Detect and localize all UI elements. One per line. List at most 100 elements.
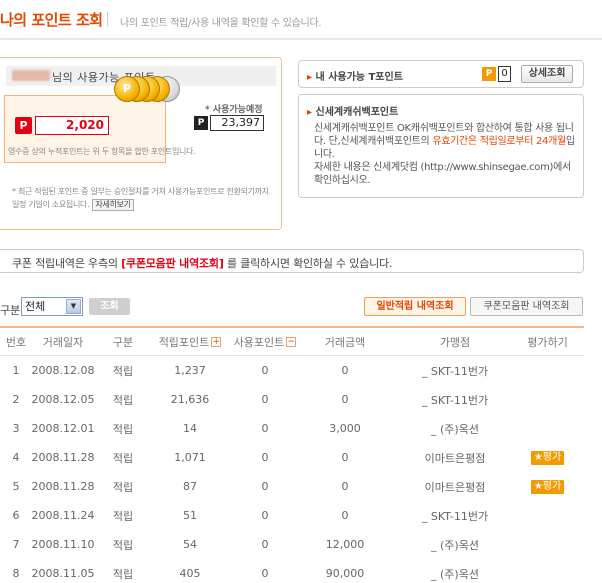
cell-type: 적립 bbox=[112, 393, 134, 407]
table-row: 6 2008.11.24 적립 51 0 0 _ SKT-11번가 bbox=[0, 501, 584, 530]
table-row: 4 2008.11.28 적립 1,071 0 0 이마트은평점 ★평가 bbox=[0, 443, 584, 472]
rate-button[interactable]: ★평가 bbox=[530, 450, 565, 465]
cell-rate bbox=[515, 414, 580, 443]
tpoint-badge-icon: P bbox=[482, 67, 496, 81]
cashback-description: 신세계캐쉬백포인트 OK캐쉬백포인트와 합산하여 통합 사용 됩니다. 단,신세… bbox=[314, 122, 580, 187]
cell-use-points: 0 bbox=[261, 451, 269, 464]
cell-rate: ★평가 bbox=[515, 472, 580, 501]
coupon-notice: 쿠폰 적립내역은 우측의 [쿠폰모음판 내역조회] 를 클릭하시면 확인하실 수… bbox=[0, 249, 584, 273]
title-bar: 나의 포인트 조회 나의 포인트 적립/사용 내역을 확인할 수 있습니다. bbox=[0, 0, 602, 40]
cell-date: 2008.11.28 bbox=[31, 451, 95, 464]
cell-no: 8 bbox=[12, 567, 20, 580]
table-body: 1 2008.12.08 적립 1,237 0 0 _ SKT-11번가 2 2008.12.0… bbox=[0, 356, 584, 583]
cell-type: 적립 bbox=[112, 364, 134, 378]
table-row: 1 2008.12.08 적립 1,237 0 0 _ SKT-11번가 bbox=[0, 356, 584, 385]
cell-use-points: 0 bbox=[261, 393, 269, 406]
cell-type: 적립 bbox=[112, 509, 134, 523]
title-divider bbox=[107, 12, 108, 26]
cashback-label: ▸ 신세계캐쉬백포인트 bbox=[307, 103, 398, 118]
cell-earn-points: 1,237 bbox=[174, 364, 206, 377]
table-row: 8 2008.11.05 적립 405 0 90,000 _ (주)옥션 bbox=[0, 559, 584, 583]
detail-button[interactable]: 자세히보기 bbox=[92, 199, 134, 211]
tab-normal-history-label: 일반적립 내역조회 bbox=[376, 301, 454, 312]
cell-rate bbox=[515, 501, 580, 530]
col-header-type: 구분 bbox=[112, 335, 134, 349]
cell-date: 2008.12.08 bbox=[31, 364, 95, 377]
masked-user-name bbox=[12, 70, 50, 81]
cell-rate bbox=[515, 559, 580, 583]
cashback-box: ▸ 신세계캐쉬백포인트 신세계캐쉬백포인트 OK캐쉬백포인트와 합산하여 통합 … bbox=[298, 94, 584, 198]
notice-text-a: 쿠폰 적립내역은 우측의 bbox=[12, 257, 122, 270]
cell-store: _ SKT-11번가 bbox=[421, 393, 489, 407]
cell-no: 2 bbox=[12, 393, 20, 406]
col-header-use-label: 사용포인트 bbox=[233, 335, 285, 349]
cell-earn-points: 405 bbox=[179, 567, 201, 580]
available-points-label: * 사용가능예정 bbox=[205, 105, 263, 115]
cell-earn-points: 1,071 bbox=[174, 451, 206, 464]
cell-rate bbox=[515, 530, 580, 559]
type-select[interactable]: 전체 ▼ bbox=[21, 297, 83, 316]
coin-stack-icon: P bbox=[114, 72, 180, 106]
col-header-no: 번호 bbox=[5, 335, 27, 349]
cell-no: 7 bbox=[12, 538, 20, 551]
cell-earn-points: 54 bbox=[183, 538, 197, 551]
title-underline bbox=[0, 38, 602, 40]
col-header-amount: 거래금액 bbox=[324, 335, 366, 349]
tpoint-value: 0 bbox=[498, 66, 511, 82]
tab-normal-history[interactable]: 일반적립 내역조회 bbox=[364, 297, 466, 316]
tpoint-label-text: 내 사용가능 T포인트 bbox=[315, 72, 403, 83]
cell-store: _ SKT-11번가 bbox=[421, 509, 489, 523]
search-button[interactable]: 조회 bbox=[89, 298, 130, 315]
cell-earn-points: 87 bbox=[183, 480, 197, 493]
cell-amount: 0 bbox=[341, 364, 349, 377]
point-badge-icon: P bbox=[15, 117, 32, 134]
cell-use-points: 0 bbox=[261, 538, 269, 551]
tpoint-label: ▸ 내 사용가능 T포인트 bbox=[307, 68, 403, 83]
coupon-history-link[interactable]: [쿠폰모음판 내역조회] bbox=[121, 257, 224, 270]
col-header-use: 사용포인트 − bbox=[230, 328, 300, 355]
cell-amount: 90,000 bbox=[325, 567, 365, 580]
cell-no: 3 bbox=[12, 422, 20, 435]
table-header: 번호 거래일자 구분 적립포인트 + 사용포인트 − 거래금액 가맹점 평가하기 bbox=[0, 326, 584, 356]
point-summary-box: 님의 사용가능 포인트 P 2,020 P * 사용가능예정 P 23,397 … bbox=[0, 57, 282, 230]
table-row: 7 2008.11.10 적립 54 0 12,000 _ (주)옥션 bbox=[0, 530, 584, 559]
cell-store: _ (주)옥션 bbox=[431, 422, 479, 436]
coin-icon: P bbox=[114, 76, 140, 102]
cell-earn-points: 14 bbox=[183, 422, 197, 435]
available-point-badge-icon: P bbox=[194, 116, 208, 130]
available-points-value: 23,397 bbox=[210, 115, 264, 131]
cell-amount: 12,000 bbox=[325, 538, 365, 551]
cell-store: _ SKT-11번가 bbox=[421, 364, 489, 378]
cell-use-points: 0 bbox=[261, 509, 269, 522]
chevron-down-icon[interactable]: ▼ bbox=[66, 299, 81, 314]
cell-amount: 0 bbox=[341, 480, 349, 493]
rate-button[interactable]: ★평가 bbox=[530, 479, 565, 494]
cell-no: 1 bbox=[12, 364, 20, 377]
coin-letter: P bbox=[122, 82, 132, 95]
tab-coupon-history-label: 쿠폰모음판 내역조회 bbox=[483, 301, 570, 312]
cashback-text-c: 자세한 내용은 신세계닷컴 (http://www.shinsegae.com)… bbox=[314, 162, 571, 186]
cell-no: 6 bbox=[12, 509, 20, 522]
cell-rate: ★평가 bbox=[515, 443, 580, 472]
tab-coupon-history[interactable]: 쿠폰모음판 내역조회 bbox=[470, 297, 583, 316]
cell-use-points: 0 bbox=[261, 567, 269, 580]
cell-date: 2008.12.05 bbox=[31, 393, 95, 406]
points-history-table: 번호 거래일자 구분 적립포인트 + 사용포인트 − 거래금액 가맹점 평가하기 1… bbox=[0, 326, 584, 583]
cell-store: _ (주)옥션 bbox=[431, 538, 479, 552]
cell-rate bbox=[515, 385, 580, 414]
coupon-notice-text: 쿠폰 적립내역은 우측의 [쿠폰모음판 내역조회] 를 클릭하시면 확인하실 수… bbox=[12, 255, 392, 271]
cashback-label-text: 신세계캐쉬백포인트 bbox=[315, 107, 399, 118]
plus-icon: + bbox=[211, 336, 222, 347]
cell-store: _ (주)옥션 bbox=[431, 567, 479, 581]
cell-date: 2008.11.10 bbox=[31, 538, 95, 551]
tpoint-box: ▸ 내 사용가능 T포인트 P 0 상세조회 bbox=[298, 60, 584, 88]
notice-text-b: 를 클릭하시면 확인하실 수 있습니다. bbox=[223, 257, 393, 270]
cell-use-points: 0 bbox=[261, 364, 269, 377]
tpoint-detail-button[interactable]: 상세조회 bbox=[521, 65, 573, 83]
cell-no: 4 bbox=[12, 451, 20, 464]
cell-store: 이마트은평점 bbox=[424, 451, 486, 465]
cell-type: 적립 bbox=[112, 422, 134, 436]
receipt-note: 영수증 상의 누적포인트는 위 두 항목을 합한 포인트입니다. bbox=[8, 147, 196, 156]
col-header-earn: 적립포인트 + bbox=[150, 328, 230, 355]
cashback-validity-highlight: 유효기간은 적립일로부터 24개월 bbox=[432, 136, 566, 147]
